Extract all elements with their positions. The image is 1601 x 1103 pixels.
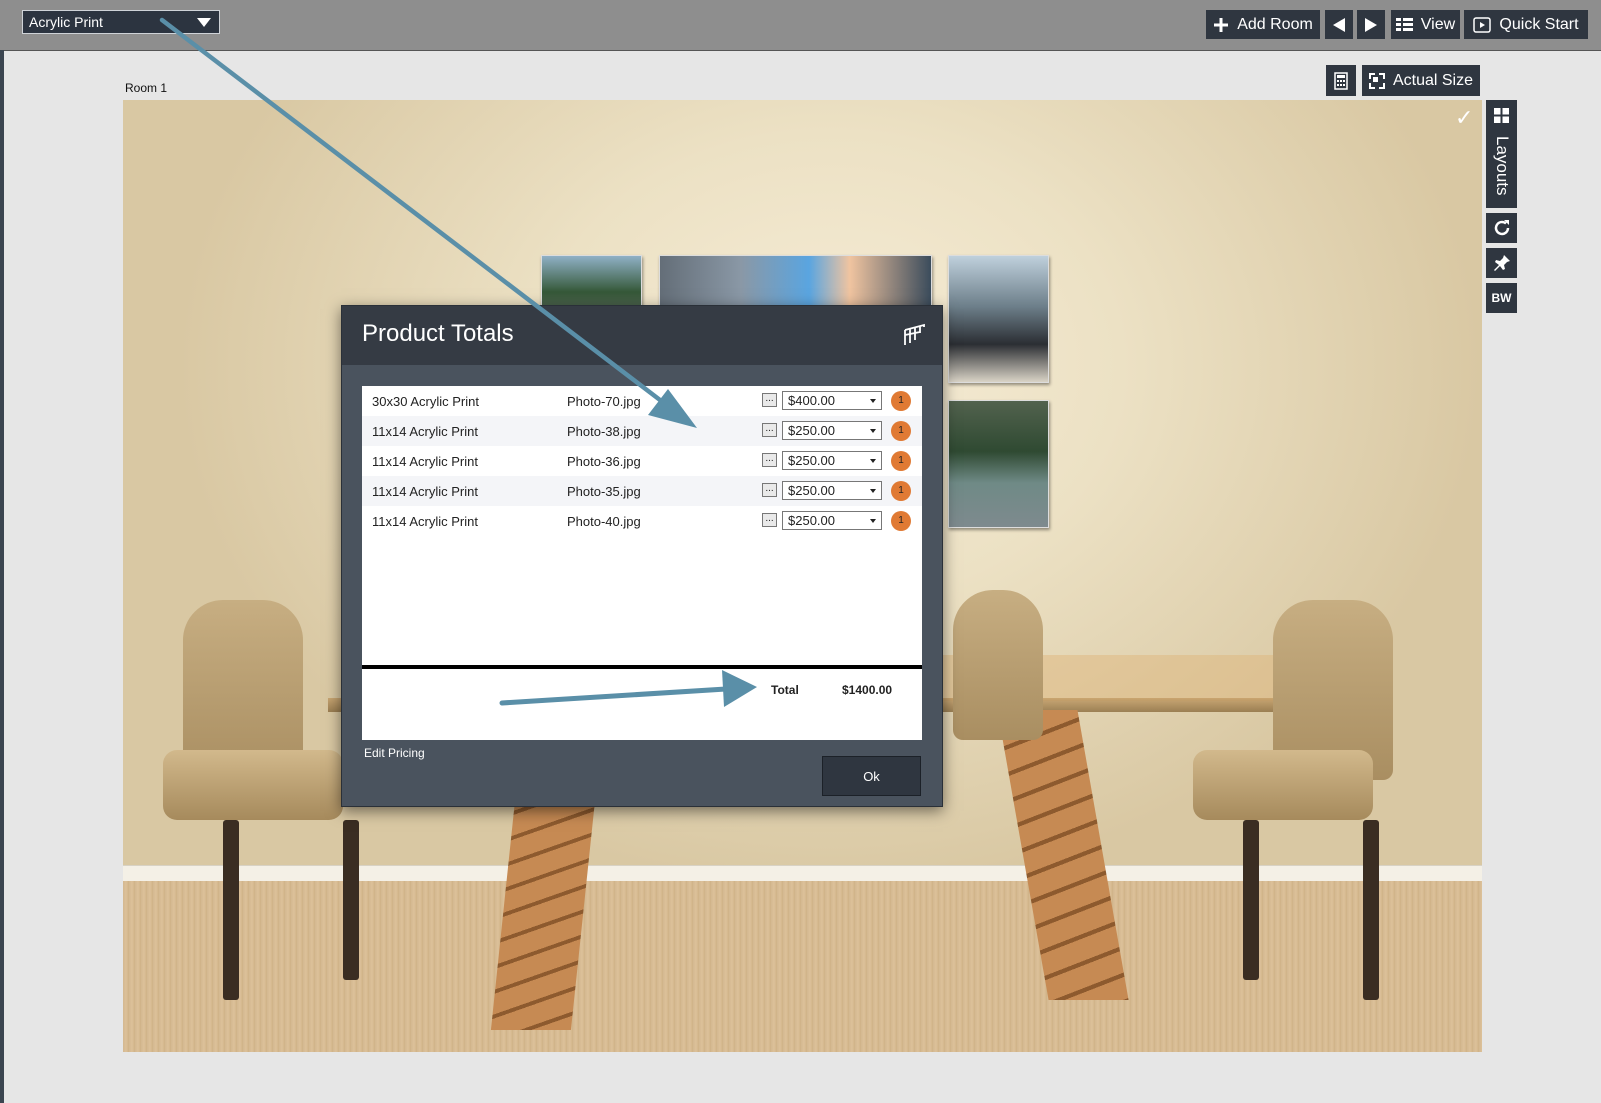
- table-row[interactable]: 11x14 Acrylic Print Photo-36.jpg ... $25…: [362, 446, 922, 476]
- plus-icon: [1214, 17, 1229, 32]
- price-value: $250.00: [788, 453, 835, 468]
- more-options-button[interactable]: ...: [762, 483, 777, 497]
- refresh-icon: [1494, 220, 1509, 236]
- product-name: 30x30 Acrylic Print: [372, 394, 479, 409]
- calculator-button[interactable]: [1326, 65, 1356, 96]
- bw-toggle-button[interactable]: BW: [1486, 283, 1517, 313]
- product-name: 11x14 Acrylic Print: [372, 484, 478, 499]
- wall-photo-35[interactable]: [948, 400, 1049, 528]
- table-row[interactable]: 11x14 Acrylic Print Photo-40.jpg ... $25…: [362, 506, 922, 536]
- next-room-button[interactable]: [1357, 10, 1385, 39]
- product-list: 30x30 Acrylic Print Photo-70.jpg ... $40…: [362, 386, 922, 665]
- calculator-icon: [1334, 71, 1348, 90]
- previous-room-button[interactable]: [1325, 10, 1353, 39]
- refresh-button[interactable]: [1486, 213, 1517, 243]
- add-room-button[interactable]: Add Room: [1206, 10, 1320, 39]
- more-options-button[interactable]: ...: [762, 423, 777, 437]
- table-row[interactable]: 11x14 Acrylic Print Photo-35.jpg ... $25…: [362, 476, 922, 506]
- file-name: Photo-38.jpg: [567, 424, 641, 439]
- quantity-badge[interactable]: 1: [891, 511, 911, 531]
- file-name: Photo-70.jpg: [567, 394, 641, 409]
- table-row[interactable]: 11x14 Acrylic Print Photo-38.jpg ... $25…: [362, 416, 922, 446]
- checkmark-icon: ✓: [1455, 105, 1474, 130]
- edit-pricing-link[interactable]: Edit Pricing: [364, 746, 425, 760]
- chair: [953, 590, 1043, 890]
- dropdown-caret-icon: [870, 429, 876, 433]
- left-edge-bar: [0, 50, 4, 1103]
- view-label: View: [1420, 16, 1456, 33]
- price-select[interactable]: $250.00: [782, 421, 882, 440]
- pin-icon: [1493, 255, 1510, 271]
- product-type-select[interactable]: Acrylic Print: [22, 10, 220, 34]
- file-name: Photo-35.jpg: [567, 484, 641, 499]
- drag-grid-icon[interactable]: [902, 321, 928, 347]
- dialog-header: Product Totals: [342, 306, 942, 365]
- layouts-label: Layouts: [1493, 136, 1512, 196]
- product-name: 11x14 Acrylic Print: [372, 454, 478, 469]
- price-value: $250.00: [788, 423, 835, 438]
- view-button[interactable]: View: [1391, 10, 1460, 39]
- chair: [1193, 600, 1393, 1000]
- top-toolbar: Acrylic Print Add Room View Quick Start: [0, 0, 1601, 51]
- triangle-left-icon: [1333, 17, 1345, 32]
- wall-photo-36[interactable]: [948, 255, 1049, 383]
- more-options-button[interactable]: ...: [762, 513, 777, 527]
- play-box-icon: [1473, 16, 1492, 33]
- quantity-badge[interactable]: 1: [891, 481, 911, 501]
- dropdown-caret-icon: [197, 18, 211, 27]
- price-value: $250.00: [788, 483, 835, 498]
- product-name: 11x14 Acrylic Print: [372, 514, 478, 529]
- totals-panel: Total $1400.00: [362, 665, 922, 740]
- quantity-badge[interactable]: 1: [891, 451, 911, 471]
- product-totals-dialog: Product Totals 30x30 Acrylic Print Photo…: [341, 305, 943, 807]
- total-value: $1400.00: [842, 683, 893, 697]
- total-label: Total: [771, 683, 799, 697]
- dialog-title: Product Totals: [362, 320, 514, 347]
- pin-button[interactable]: [1486, 248, 1517, 278]
- more-options-button[interactable]: ...: [762, 393, 777, 407]
- product-name: 11x14 Acrylic Print: [372, 424, 478, 439]
- resize-icon: [1368, 72, 1385, 89]
- bw-label: BW: [1491, 291, 1512, 305]
- product-type-value: Acrylic Print: [29, 14, 103, 30]
- quantity-badge[interactable]: 1: [891, 421, 911, 441]
- price-select[interactable]: $400.00: [782, 391, 882, 410]
- room-label: Room 1: [125, 81, 168, 95]
- actual-size-button[interactable]: Actual Size: [1362, 65, 1480, 96]
- add-room-label: Add Room: [1237, 16, 1313, 33]
- price-value: $250.00: [788, 513, 835, 528]
- price-select[interactable]: $250.00: [782, 511, 882, 530]
- list-icon: [1395, 18, 1413, 31]
- dropdown-caret-icon: [870, 489, 876, 493]
- dropdown-caret-icon: [870, 459, 876, 463]
- triangle-right-icon: [1365, 17, 1377, 32]
- price-value: $400.00: [788, 393, 835, 408]
- dropdown-caret-icon: [870, 399, 876, 403]
- table-row[interactable]: 30x30 Acrylic Print Photo-70.jpg ... $40…: [362, 386, 922, 416]
- price-select[interactable]: $250.00: [782, 481, 882, 500]
- quantity-badge[interactable]: 1: [891, 391, 911, 411]
- grid-icon: [1494, 108, 1509, 123]
- layouts-tab[interactable]: Layouts: [1486, 100, 1517, 208]
- more-options-button[interactable]: ...: [762, 453, 777, 467]
- quick-start-label: Quick Start: [1499, 16, 1579, 33]
- file-name: Photo-36.jpg: [567, 454, 641, 469]
- actual-size-label: Actual Size: [1392, 71, 1474, 89]
- chair: [163, 600, 359, 1000]
- price-select[interactable]: $250.00: [782, 451, 882, 470]
- quick-start-button[interactable]: Quick Start: [1464, 10, 1588, 39]
- ok-button[interactable]: Ok: [822, 756, 921, 796]
- dropdown-caret-icon: [870, 519, 876, 523]
- file-name: Photo-40.jpg: [567, 514, 641, 529]
